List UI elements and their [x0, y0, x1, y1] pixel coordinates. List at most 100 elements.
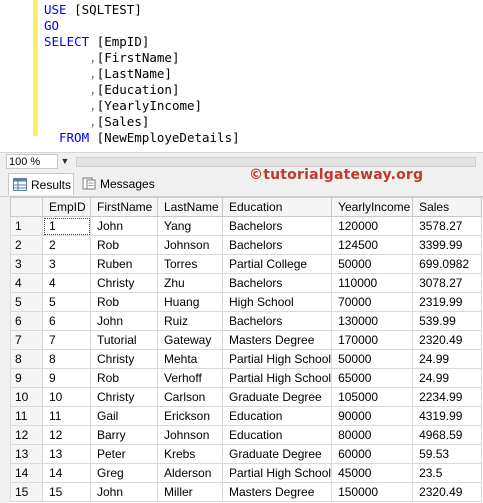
table-cell[interactable]: Ruiz — [157, 311, 223, 331]
table-cell[interactable]: 2320.49 — [412, 330, 483, 350]
table-cell[interactable]: Tutorial — [90, 330, 158, 350]
table-cell[interactable]: Gateway — [157, 330, 223, 350]
sql-line[interactable]: ,[FirstName] — [44, 50, 179, 66]
table-cell[interactable]: Verhoff — [157, 368, 223, 388]
table-cell[interactable]: 105000 — [331, 387, 414, 407]
table-cell[interactable]: 2 — [42, 235, 91, 255]
table-cell[interactable]: 3 — [42, 254, 91, 274]
table-cell[interactable]: 6 — [42, 311, 91, 331]
table-cell[interactable]: 3399.99 — [412, 235, 483, 255]
table-cell[interactable]: 70000 — [331, 292, 414, 312]
table-cell[interactable]: Erickson — [157, 406, 223, 426]
table-cell[interactable]: 80000 — [331, 425, 414, 445]
table-cell[interactable]: High School — [221, 292, 333, 312]
table-cell[interactable]: 59.53 — [412, 444, 483, 464]
table-cell[interactable]: John — [90, 216, 158, 236]
table-row[interactable]: 7 7 Tutorial Gateway Masters Degree 170000 232… — [10, 330, 483, 350]
column-header[interactable]: FirstName — [90, 197, 158, 217]
table-cell[interactable]: Partial High School — [221, 349, 333, 369]
column-header[interactable]: YearlyIncome — [331, 197, 414, 217]
table-cell[interactable]: Bachelors — [221, 235, 333, 255]
table-cell[interactable]: 1 — [42, 216, 91, 236]
table-row[interactable]: 15 15 John Miller Masters Degree 150000 2320.4… — [10, 482, 483, 502]
horizontal-scrollbar[interactable] — [76, 157, 476, 167]
chevron-down-icon[interactable]: ▼ — [58, 154, 72, 169]
table-cell[interactable]: 699.0982 — [412, 254, 483, 274]
row-number[interactable]: 10 — [10, 387, 43, 407]
table-cell[interactable]: 150000 — [331, 482, 414, 502]
column-header[interactable]: Education — [221, 197, 333, 217]
table-cell[interactable]: 50000 — [331, 254, 414, 274]
row-number[interactable]: 14 — [10, 463, 43, 483]
table-cell[interactable]: 120000 — [331, 216, 414, 236]
table-row[interactable]: 8 8 Christy Mehta Partial High School 50000 24… — [10, 349, 483, 369]
zoom-select[interactable]: 100 % — [6, 154, 58, 169]
row-number[interactable]: 9 — [10, 368, 43, 388]
table-cell[interactable]: Peter — [90, 444, 158, 464]
table-cell[interactable]: Gail — [90, 406, 158, 426]
table-row[interactable]: 6 6 John Ruiz Bachelors 130000 539.99 — [10, 311, 483, 331]
grid-corner[interactable] — [10, 197, 43, 217]
sql-line[interactable]: ,[YearlyIncome] — [44, 98, 202, 114]
table-cell[interactable]: 10 — [42, 387, 91, 407]
table-row[interactable]: 5 5 Rob Huang High School 70000 2319.99 — [10, 292, 483, 312]
table-cell[interactable]: 15 — [42, 482, 91, 502]
table-cell[interactable]: 90000 — [331, 406, 414, 426]
table-cell[interactable]: Graduate Degree — [221, 444, 333, 464]
sql-line[interactable]: FROM [NewEmployeDetails] — [59, 130, 240, 146]
table-cell[interactable]: 12 — [42, 425, 91, 445]
table-cell[interactable]: Education — [221, 425, 333, 445]
table-cell[interactable]: Bachelors — [221, 311, 333, 331]
table-cell[interactable]: Barry — [90, 425, 158, 445]
table-cell[interactable]: 130000 — [331, 311, 414, 331]
table-cell[interactable]: 2320.49 — [412, 482, 483, 502]
table-cell[interactable]: 4319.99 — [412, 406, 483, 426]
table-cell[interactable]: 65000 — [331, 368, 414, 388]
table-cell[interactable]: 14 — [42, 463, 91, 483]
table-cell[interactable]: 60000 — [331, 444, 414, 464]
table-cell[interactable]: 8 — [42, 349, 91, 369]
table-cell[interactable]: Graduate Degree — [221, 387, 333, 407]
sql-line[interactable]: GO — [44, 18, 59, 34]
row-number[interactable]: 15 — [10, 482, 43, 502]
table-row[interactable]: 10 10 Christy Carlson Graduate Degree 105000 2… — [10, 387, 483, 407]
table-cell[interactable]: 4 — [42, 273, 91, 293]
table-cell[interactable]: 110000 — [331, 273, 414, 293]
sql-line[interactable]: SELECT [EmpID] — [44, 34, 149, 50]
table-cell[interactable]: 2319.99 — [412, 292, 483, 312]
sql-line[interactable]: ,[Education] — [44, 82, 179, 98]
table-cell[interactable]: Masters Degree — [221, 330, 333, 350]
row-number[interactable]: 6 — [10, 311, 43, 331]
table-cell[interactable]: Krebs — [157, 444, 223, 464]
table-cell[interactable]: Torres — [157, 254, 223, 274]
row-number[interactable]: 2 — [10, 235, 43, 255]
table-cell[interactable]: 45000 — [331, 463, 414, 483]
table-cell[interactable]: 50000 — [331, 349, 414, 369]
table-cell[interactable]: 124500 — [331, 235, 414, 255]
row-number[interactable]: 11 — [10, 406, 43, 426]
row-number[interactable]: 13 — [10, 444, 43, 464]
table-cell[interactable]: Greg — [90, 463, 158, 483]
table-cell[interactable]: Christy — [90, 387, 158, 407]
table-cell[interactable]: Bachelors — [221, 273, 333, 293]
sql-line[interactable]: USE [SQLTEST] — [44, 2, 142, 18]
column-header[interactable]: LastName — [157, 197, 223, 217]
table-cell[interactable]: Rob — [90, 368, 158, 388]
row-number[interactable]: 8 — [10, 349, 43, 369]
table-cell[interactable]: 11 — [42, 406, 91, 426]
table-cell[interactable]: Ruben — [90, 254, 158, 274]
table-cell[interactable]: 24.99 — [412, 368, 483, 388]
sql-editor[interactable]: USE [SQLTEST] GO SELECT [EmpID] ,[FirstNam… — [0, 0, 483, 152]
table-cell[interactable]: 5 — [42, 292, 91, 312]
table-cell[interactable]: 9 — [42, 368, 91, 388]
table-cell[interactable]: Christy — [90, 349, 158, 369]
table-cell[interactable]: Miller — [157, 482, 223, 502]
column-header[interactable]: EmpID — [42, 197, 91, 217]
table-cell[interactable]: John — [90, 482, 158, 502]
table-cell[interactable]: 4968.59 — [412, 425, 483, 445]
column-header[interactable]: Sales — [412, 197, 483, 217]
table-cell[interactable]: Partial High School — [221, 463, 333, 483]
table-cell[interactable]: Mehta — [157, 349, 223, 369]
table-cell[interactable]: 539.99 — [412, 311, 483, 331]
tab-results[interactable]: Results — [8, 173, 74, 195]
